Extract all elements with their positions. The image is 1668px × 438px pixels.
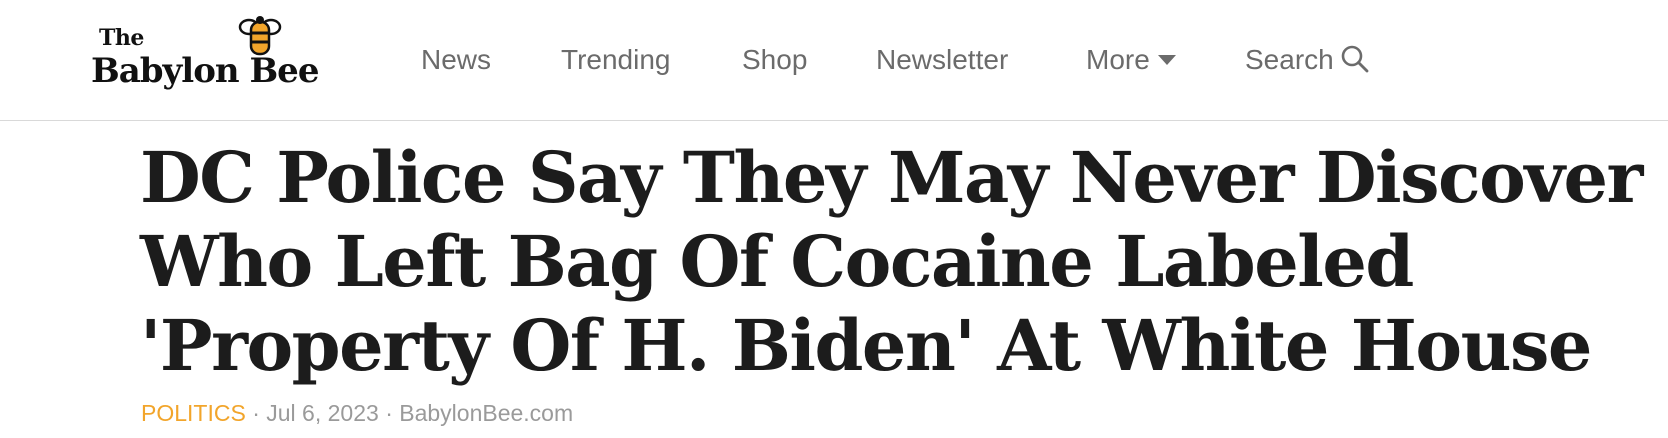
nav-item-label: News	[421, 44, 492, 75]
site-logo[interactable]: The Babylon Bee	[91, 14, 353, 100]
article-meta: POLITICS · Jul 6, 2023 · BabylonBee.com	[141, 398, 573, 428]
nav-item-trending[interactable]: Trending	[561, 40, 670, 80]
nav-item-search[interactable]: Search	[1245, 40, 1370, 80]
nav-item-shop[interactable]: Shop	[742, 40, 807, 80]
nav-item-newsletter[interactable]: Newsletter	[876, 40, 1008, 80]
nav-item-label: Newsletter	[876, 44, 1009, 75]
search-icon	[1341, 45, 1369, 73]
nav-item-label: Trending	[561, 44, 671, 75]
logo-text-name: Babylon Bee	[91, 51, 319, 91]
site-header: The Babylon Bee News Trending Shop Newsl…	[0, 0, 1668, 121]
article-date: Jul 6, 2023	[266, 400, 379, 426]
logo-text-the: The	[99, 25, 144, 51]
article-headline: DC Police Say They May Never Discover Wh…	[140, 136, 1643, 388]
article-source: BabylonBee.com	[399, 400, 574, 426]
nav-item-label: Search	[1245, 44, 1334, 75]
headline-line: 'Property Of H. Biden' At White House	[140, 304, 1592, 387]
nav-item-label: Shop	[742, 44, 808, 75]
headline-line: DC Police Say They May Never Discover	[140, 136, 1643, 219]
caret-down-icon	[1157, 54, 1176, 65]
nav-item-label: More	[1086, 44, 1150, 75]
nav-item-more[interactable]: More	[1086, 40, 1176, 80]
nav-item-news[interactable]: News	[421, 40, 491, 80]
meta-separator: ·	[385, 400, 393, 426]
category-link[interactable]: POLITICS	[141, 400, 246, 426]
meta-separator: ·	[252, 400, 260, 426]
headline-line: Who Left Bag Of Cocaine Labeled	[140, 220, 1414, 303]
